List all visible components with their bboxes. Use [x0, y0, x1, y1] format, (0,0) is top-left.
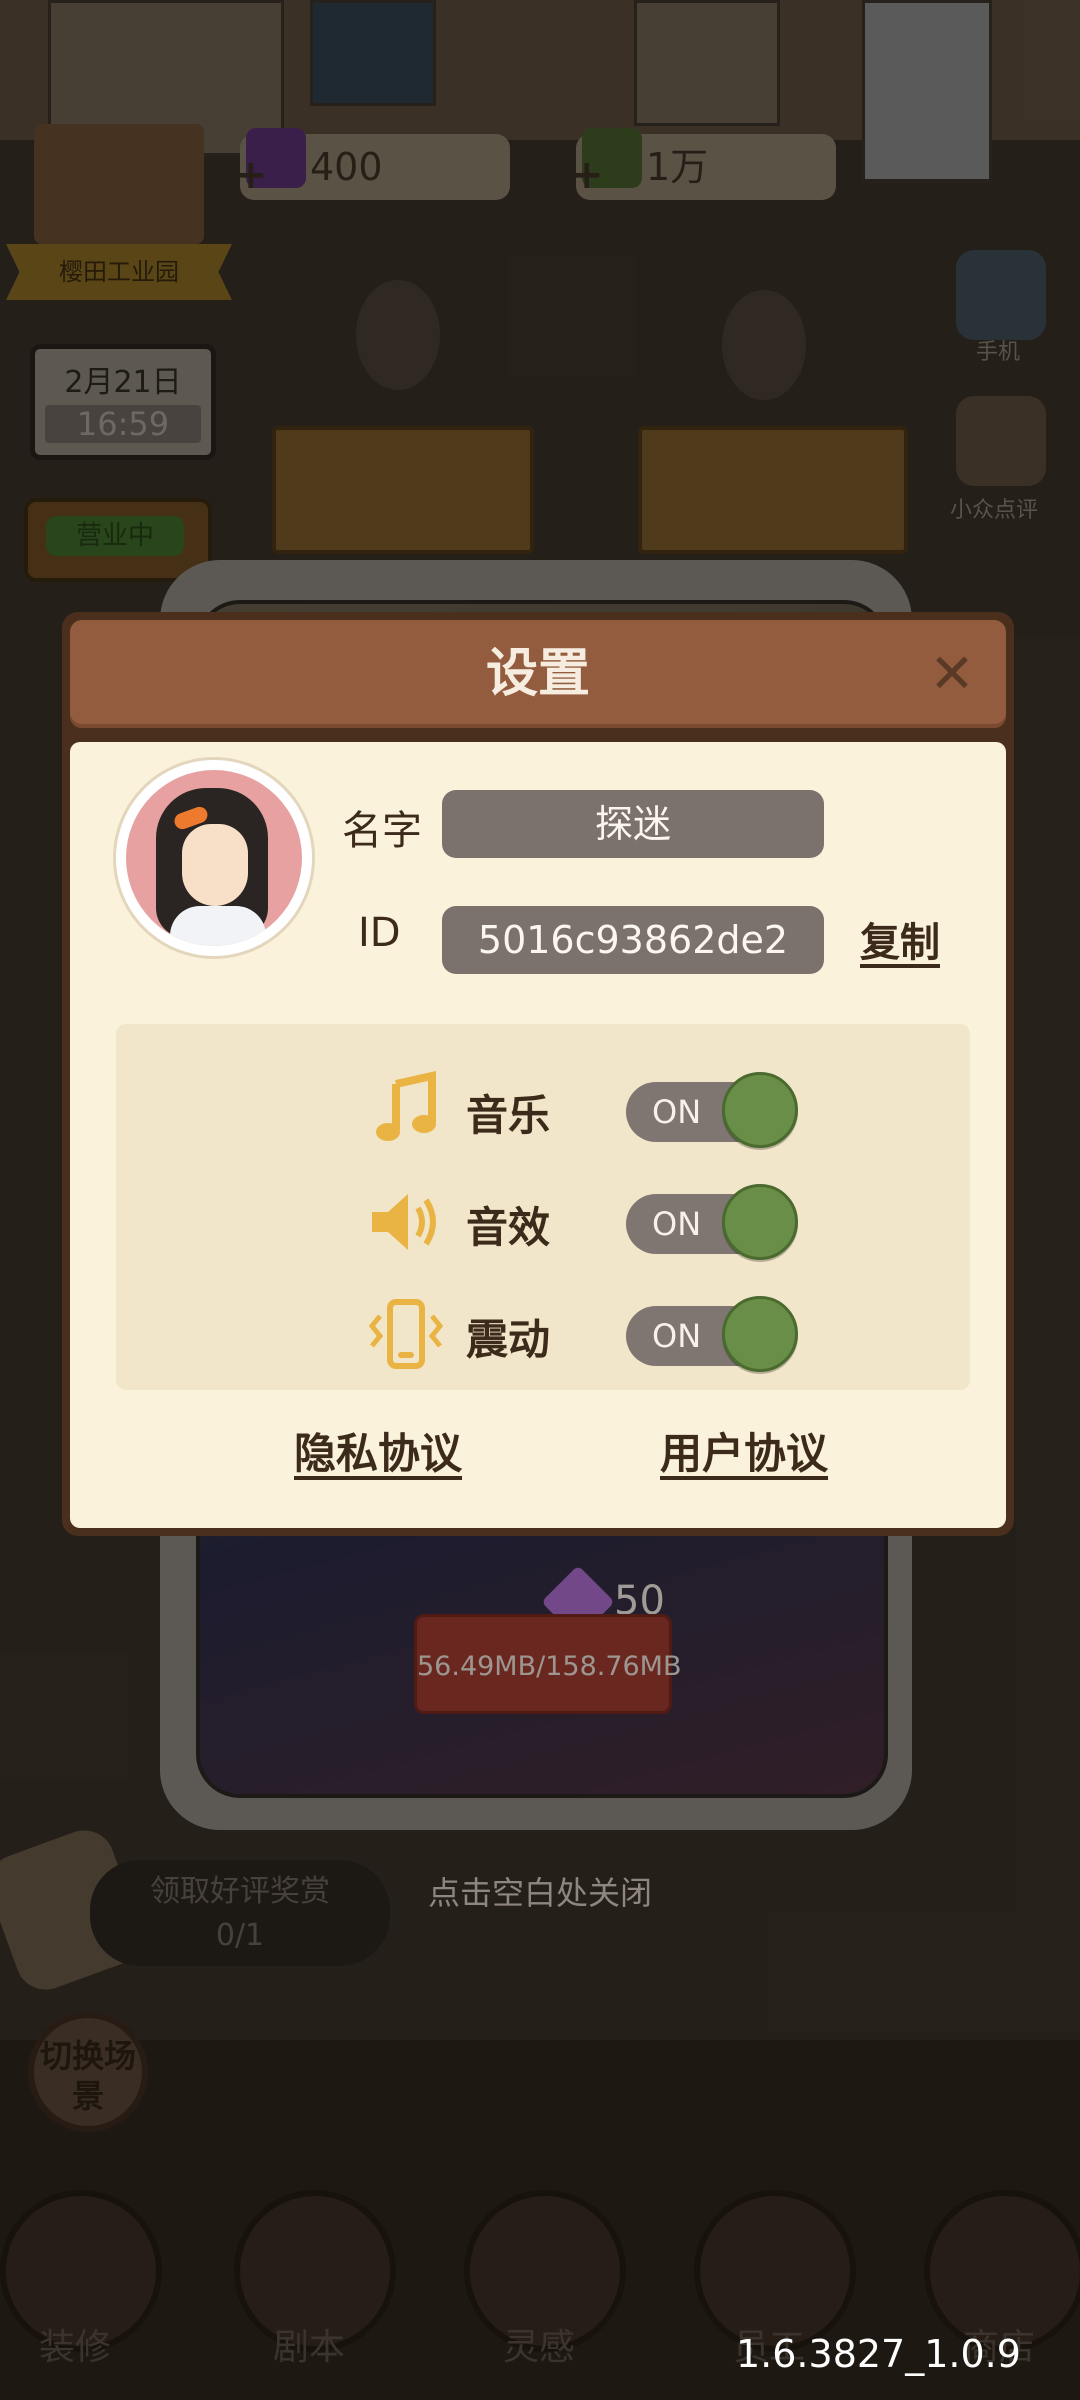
avatar-face	[182, 824, 248, 906]
name-field[interactable]: 探迷	[442, 790, 824, 858]
music-toggle[interactable]: ON	[626, 1072, 798, 1148]
toggle-knob	[722, 1072, 798, 1148]
toggle-row-vibrate: 震动 ON	[116, 1284, 970, 1384]
toggle-knob	[722, 1296, 798, 1372]
toggle-row-music: 音乐 ON	[116, 1060, 970, 1160]
avatar-image	[126, 770, 302, 946]
toggle-knob	[722, 1184, 798, 1260]
avatar-body	[170, 906, 266, 946]
privacy-policy-link[interactable]: 隐私协议	[294, 1420, 462, 1481]
id-label: ID	[358, 910, 401, 956]
toggle-panel: 音乐 ON 音效 ON 震动 ON	[116, 1024, 970, 1390]
speaker-icon	[372, 1194, 436, 1250]
toggle-label: 震动	[466, 1315, 551, 1364]
toggle-state: ON	[652, 1205, 702, 1243]
dialog-body: 名字 探迷 ID 5016c93862de2 复制 音乐 ON 音效 ON 震动…	[70, 742, 1006, 1528]
sound-toggle[interactable]: ON	[626, 1184, 798, 1260]
vibrate-toggle[interactable]: ON	[626, 1296, 798, 1372]
close-hint: 点击空白处关闭	[427, 1874, 652, 1912]
toggle-row-sound: 音效 ON	[116, 1172, 970, 1272]
settings-dialog: 设置 ✕ 名字 探迷 ID 5016c93862de2 复制 音乐 ON 音效 …	[62, 612, 1014, 1536]
vibrate-icon	[368, 1299, 444, 1369]
id-field: 5016c93862de2	[442, 906, 824, 974]
name-label: 名字	[342, 808, 422, 854]
toggle-state: ON	[652, 1317, 702, 1355]
close-icon[interactable]: ✕	[924, 646, 980, 702]
music-note-icon	[376, 1071, 436, 1141]
toggle-state: ON	[652, 1093, 702, 1131]
user-agreement-link[interactable]: 用户协议	[660, 1420, 828, 1481]
copy-id-button[interactable]: 复制	[860, 910, 940, 968]
dialog-title: 设置	[485, 644, 590, 704]
avatar[interactable]	[116, 760, 312, 956]
toggle-label: 音效	[466, 1203, 551, 1252]
dialog-header: 设置 ✕	[70, 620, 1006, 728]
toggle-label: 音乐	[466, 1091, 551, 1140]
version-label: 1.6.3827_1.0.9	[736, 2332, 1021, 2376]
